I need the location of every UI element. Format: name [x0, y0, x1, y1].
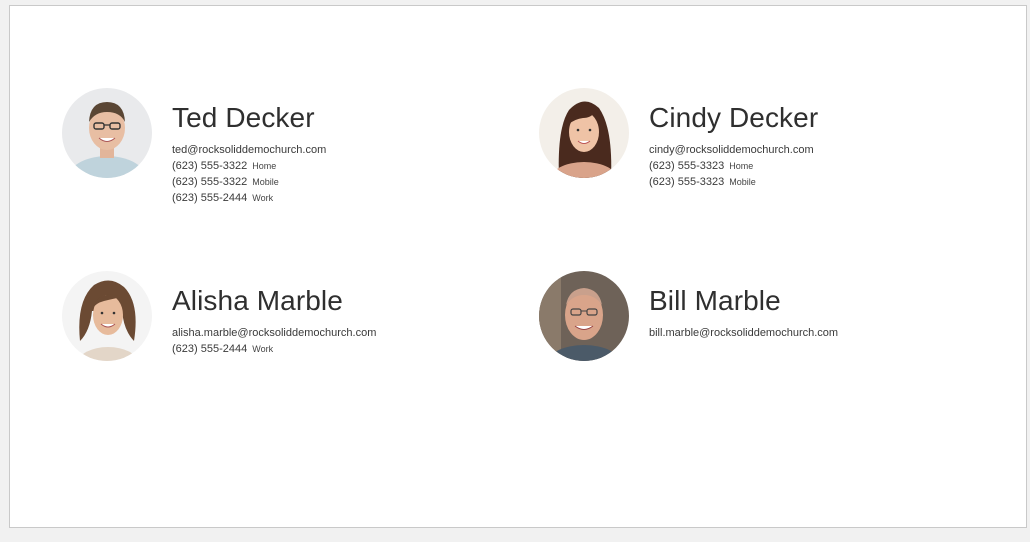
phone-type: Work [252, 193, 274, 203]
email-link[interactable]: cindy@rocksoliddemochurch.com [649, 142, 818, 158]
contact-info: Ted Decker ted@rocksoliddemochurch.com (… [172, 88, 326, 206]
phone-number[interactable]: (623) 555-3322 [172, 160, 247, 172]
person-name[interactable]: Ted Decker [172, 102, 326, 134]
phone-row: (623) 555-3323 Home [649, 158, 818, 174]
phone-number[interactable]: (623) 555-3323 [649, 160, 724, 172]
phone-row: (623) 555-3322 Home [172, 158, 326, 174]
email-link[interactable]: alisha.marble@rocksoliddemochurch.com [172, 325, 376, 341]
person-name[interactable]: Cindy Decker [649, 102, 818, 134]
family-members-panel: Ted Decker ted@rocksoliddemochurch.com (… [9, 5, 1027, 528]
person-photo-icon [539, 88, 629, 178]
person-photo-icon [539, 271, 629, 361]
phone-number[interactable]: (623) 555-2444 [172, 343, 247, 355]
email-link[interactable]: bill.marble@rocksoliddemochurch.com [649, 325, 838, 341]
phone-type: Mobile [729, 177, 756, 187]
person-card-bill-marble: Bill Marble bill.marble@rocksoliddemochu… [539, 271, 838, 361]
phone-type: Home [729, 161, 754, 171]
phone-type: Mobile [252, 177, 279, 187]
avatar[interactable] [539, 88, 629, 178]
email-link[interactable]: ted@rocksoliddemochurch.com [172, 142, 326, 158]
phone-row: (623) 555-3323 Mobile [649, 174, 818, 190]
phone-row: (623) 555-2444 Work [172, 190, 326, 206]
avatar[interactable] [62, 271, 152, 361]
contact-info: Bill Marble bill.marble@rocksoliddemochu… [649, 271, 838, 341]
phone-number[interactable]: (623) 555-3322 [172, 176, 247, 188]
person-name[interactable]: Alisha Marble [172, 285, 376, 317]
person-photo-icon [62, 88, 152, 178]
phone-number[interactable]: (623) 555-3323 [649, 176, 724, 188]
phone-row: (623) 555-3322 Mobile [172, 174, 326, 190]
contact-info: Cindy Decker cindy@rocksoliddemochurch.c… [649, 88, 818, 190]
phone-type: Work [252, 344, 274, 354]
phone-row: (623) 555-2444 Work [172, 341, 376, 357]
person-card-cindy-decker: Cindy Decker cindy@rocksoliddemochurch.c… [539, 88, 818, 190]
avatar[interactable] [62, 88, 152, 178]
phone-number[interactable]: (623) 555-2444 [172, 192, 247, 204]
person-card-ted-decker: Ted Decker ted@rocksoliddemochurch.com (… [62, 88, 326, 206]
contact-info: Alisha Marble alisha.marble@rocksoliddem… [172, 271, 376, 357]
person-photo-icon [62, 271, 152, 361]
phone-type: Home [252, 161, 277, 171]
person-name[interactable]: Bill Marble [649, 285, 838, 317]
person-card-alisha-marble: Alisha Marble alisha.marble@rocksoliddem… [62, 271, 376, 361]
avatar[interactable] [539, 271, 629, 361]
